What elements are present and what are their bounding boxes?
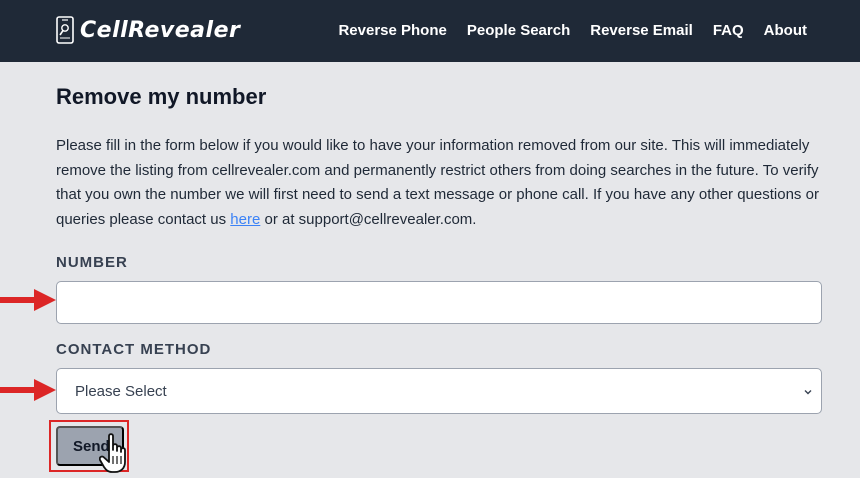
brand-logo[interactable]: CellRevealer — [56, 16, 240, 44]
navbar: CellRevealer Reverse Phone People Search… — [0, 0, 860, 62]
contact-method-selected: Please Select — [75, 382, 167, 400]
nav-about[interactable]: About — [764, 22, 807, 39]
hand-cursor-icon — [99, 433, 126, 473]
page-title: Remove my number — [56, 84, 267, 109]
number-label: NUMBER — [56, 254, 128, 271]
nav-faq[interactable]: FAQ — [713, 22, 744, 39]
number-input[interactable] — [56, 281, 822, 324]
contact-method-select[interactable]: Please Select — [56, 368, 822, 414]
page-description: Please fill in the form below if you wou… — [56, 134, 826, 232]
chevron-down-icon — [804, 390, 812, 395]
red-arrow-icon — [0, 289, 56, 311]
nav-reverse-email[interactable]: Reverse Email — [590, 22, 693, 39]
contact-method-label: CONTACT METHOD — [56, 341, 212, 358]
red-arrow-icon — [0, 379, 56, 401]
phone-search-icon — [56, 16, 74, 44]
brand-name: CellRevealer — [80, 17, 241, 43]
nav-reverse-phone[interactable]: Reverse Phone — [338, 22, 446, 39]
main-nav: Reverse Phone People Search Reverse Emai… — [338, 22, 807, 39]
nav-people-search[interactable]: People Search — [467, 22, 570, 39]
contact-here-link[interactable]: here — [230, 211, 260, 228]
description-text-end: or at support@cellrevealer.com. — [260, 210, 477, 228]
